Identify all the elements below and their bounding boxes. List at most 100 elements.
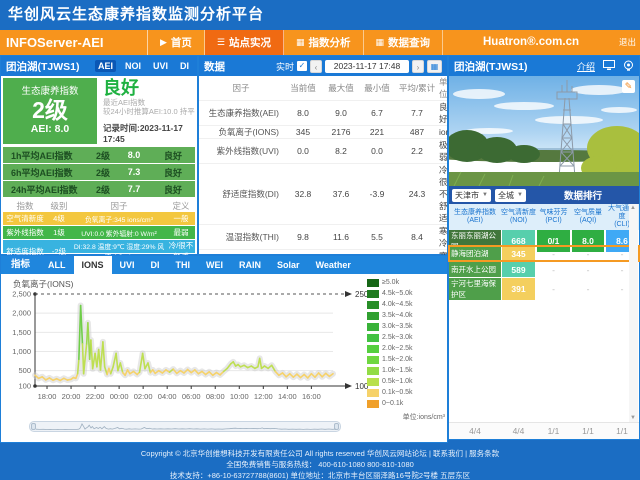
- ranking-site-name: 宁河七里海保护区: [449, 278, 501, 300]
- scroll-up-icon[interactable]: ▲: [630, 205, 636, 211]
- nav-item-live[interactable]: ☰站点实况: [205, 30, 284, 55]
- chart-tab-weather[interactable]: Weather: [308, 256, 359, 274]
- photo-scene: [449, 76, 639, 186]
- ranking-row[interactable]: 宁河七里海保护区391---: [449, 278, 639, 293]
- factor-current: 9.8: [283, 232, 323, 242]
- factor-header-cell: 因子: [199, 82, 283, 94]
- chart-tab-thi[interactable]: THI: [168, 256, 199, 274]
- next-time-button[interactable]: ›: [412, 60, 424, 73]
- avg-row-level: 2级: [89, 183, 117, 196]
- nav-site-link[interactable]: Huatron®.com.cn: [443, 30, 619, 55]
- factor-avg[interactable]: 7.7: [395, 108, 439, 118]
- ranking-header-cell: 空气质量(AQI): [571, 204, 605, 230]
- sub-index-row[interactable]: 舒适度指数-2级DI:32.8 温度:9℃ 湿度:29% 风速:4.3m/s冷/…: [3, 240, 195, 253]
- sub-index-table-rows: 空气清新度4级负氧离子:345 ions/cm³一般紫外线指数1级UVI:0.0…: [3, 212, 195, 253]
- ranking-value: -: [537, 262, 570, 277]
- sub-index-row[interactable]: 空气清新度4级负氧离子:345 ions/cm³一般: [3, 212, 195, 225]
- realtime-checkbox[interactable]: ✓: [297, 61, 307, 71]
- city-select[interactable]: 天津市 ▼: [452, 189, 491, 202]
- station-photo: ✎: [449, 76, 639, 186]
- chart-range-slider[interactable]: [29, 421, 341, 432]
- aei-rating: 良好: [103, 78, 195, 98]
- station-tab-uvi[interactable]: UVI: [150, 60, 171, 72]
- legend-item: 2.0k~2.5k: [367, 343, 447, 354]
- station-name: 团泊湖(TJWS1): [6, 59, 80, 74]
- factor-min: 6.7: [359, 108, 395, 118]
- ranking-row[interactable]: 南开水上公园589---: [449, 262, 639, 277]
- factor-avg[interactable]: 487: [395, 127, 439, 137]
- chart-tab-wei[interactable]: WEI: [198, 256, 231, 274]
- svg-text:08:00: 08:00: [206, 392, 225, 401]
- ranking-row[interactable]: 静海团泊湖345---: [449, 246, 639, 261]
- chart-tab-all[interactable]: ALL: [40, 256, 74, 274]
- nav-item-query[interactable]: ▦数据查询: [364, 30, 444, 55]
- factor-min: 0.0: [359, 146, 395, 156]
- svg-text:06:00: 06:00: [182, 392, 201, 401]
- scroll-down-icon[interactable]: ▼: [630, 415, 636, 421]
- ranking-page-count: 1/1: [536, 423, 571, 439]
- calendar-icon[interactable]: ▦: [427, 60, 442, 73]
- footer-line-1: Copyright © 北京华创维想科技开发有限责任公司 All rights …: [0, 443, 640, 459]
- ranking-header-cell: 气味芬芳(PCI): [536, 204, 571, 230]
- station-tab-noi[interactable]: NOI: [122, 60, 144, 72]
- factor-table-row: 负氧离子(IONS)3452176221487ions/cm³: [199, 126, 447, 139]
- chart-tabs-label: 指标: [1, 256, 40, 274]
- station-tab-aei[interactable]: AEI: [95, 60, 116, 72]
- avg-row-label: 6h平均AEI指数: [3, 166, 89, 179]
- ranking-scrollbar[interactable]: ▲ ▼: [629, 204, 638, 422]
- page-title: 华创风云生态康养指数监测分析平台: [0, 0, 640, 30]
- factor-table-row: 生态康养指数(AEI)8.09.06.77.7良好: [199, 101, 447, 126]
- factor-avg[interactable]: 2.2: [395, 146, 439, 156]
- factor-data-table: 因子当前值最大值最小值平均/累计单位生态康养指数(AEI)8.09.06.77.…: [199, 76, 447, 254]
- sub-index-factor: 负氧离子:345 ions/cm³: [71, 214, 167, 224]
- logout-link[interactable]: 退出: [619, 30, 640, 55]
- legend-swatch: [367, 312, 379, 320]
- sub-index-definition: 一般: [167, 213, 195, 224]
- legend-item: 2.5k~3.0k: [367, 332, 447, 343]
- right-station-name: 团泊湖(TJWS1): [454, 59, 528, 74]
- ranking-page-count: 1/1: [605, 423, 639, 439]
- ranking-row[interactable]: 东丽东丽湖公园6680/18.08.6: [449, 230, 639, 245]
- chart-icon: ▦: [376, 37, 385, 48]
- monitor-icon[interactable]: [603, 60, 615, 73]
- factor-current: 8.0: [283, 108, 323, 118]
- legend-swatch: [367, 367, 379, 375]
- factor-header-cell: 平均/累计: [395, 82, 439, 94]
- photo-edit-icon[interactable]: ✎: [622, 80, 635, 93]
- chart-tab-rain[interactable]: RAIN: [231, 256, 269, 274]
- ranking-header-name: 气味芬芳: [536, 209, 571, 217]
- aei-index-title: 生态康养指数: [3, 83, 97, 97]
- camera-icon[interactable]: [623, 60, 634, 73]
- factor-name: 温湿指数(THI): [199, 231, 283, 243]
- legend-swatch: [367, 334, 379, 342]
- ranking-value: 391: [502, 278, 535, 300]
- sub-index-level: 4级: [47, 213, 71, 224]
- avg-row-value: 8.0: [117, 150, 151, 160]
- factor-avg[interactable]: 8.4: [395, 232, 439, 242]
- prev-time-button[interactable]: ‹: [310, 60, 322, 73]
- factor-avg[interactable]: 24.3: [395, 189, 439, 199]
- avg-row-value: 7.3: [117, 167, 151, 177]
- datetime-input[interactable]: 2023-11-17 17:48: [325, 60, 409, 73]
- area-select-value: 全城: [498, 189, 514, 202]
- list-icon: ☰: [217, 37, 225, 48]
- nav-item-home[interactable]: ▶首页: [148, 30, 205, 55]
- chevron-down-icon: ▼: [517, 189, 523, 202]
- legend-swatch: [367, 356, 379, 364]
- intro-link[interactable]: 介绍: [577, 60, 595, 73]
- nav-brand: INFOServer-AEI: [0, 30, 148, 55]
- avg-row-rating: 良好: [151, 149, 195, 162]
- legend-swatch: [367, 323, 379, 331]
- nav-item-analysis[interactable]: ▦指数分析: [284, 30, 364, 55]
- chart-tab-uvi[interactable]: UVI: [112, 256, 143, 274]
- station-tab-di[interactable]: DI: [177, 60, 192, 72]
- ranking-value: 345: [502, 246, 535, 261]
- svg-text:500: 500: [18, 366, 31, 375]
- ranking-header-code: (AQI): [571, 217, 605, 225]
- chart-tab-ions[interactable]: IONS: [74, 256, 112, 274]
- sub-index-row[interactable]: 紫外线指数1级UVI:0.0 紫外辐射:0 W/m²最弱: [3, 226, 195, 239]
- legend-item: 3.0k~3.5k: [367, 321, 447, 332]
- chart-tab-solar[interactable]: Solar: [269, 256, 308, 274]
- chart-tab-di[interactable]: DI: [143, 256, 168, 274]
- area-select[interactable]: 全城 ▼: [495, 189, 526, 202]
